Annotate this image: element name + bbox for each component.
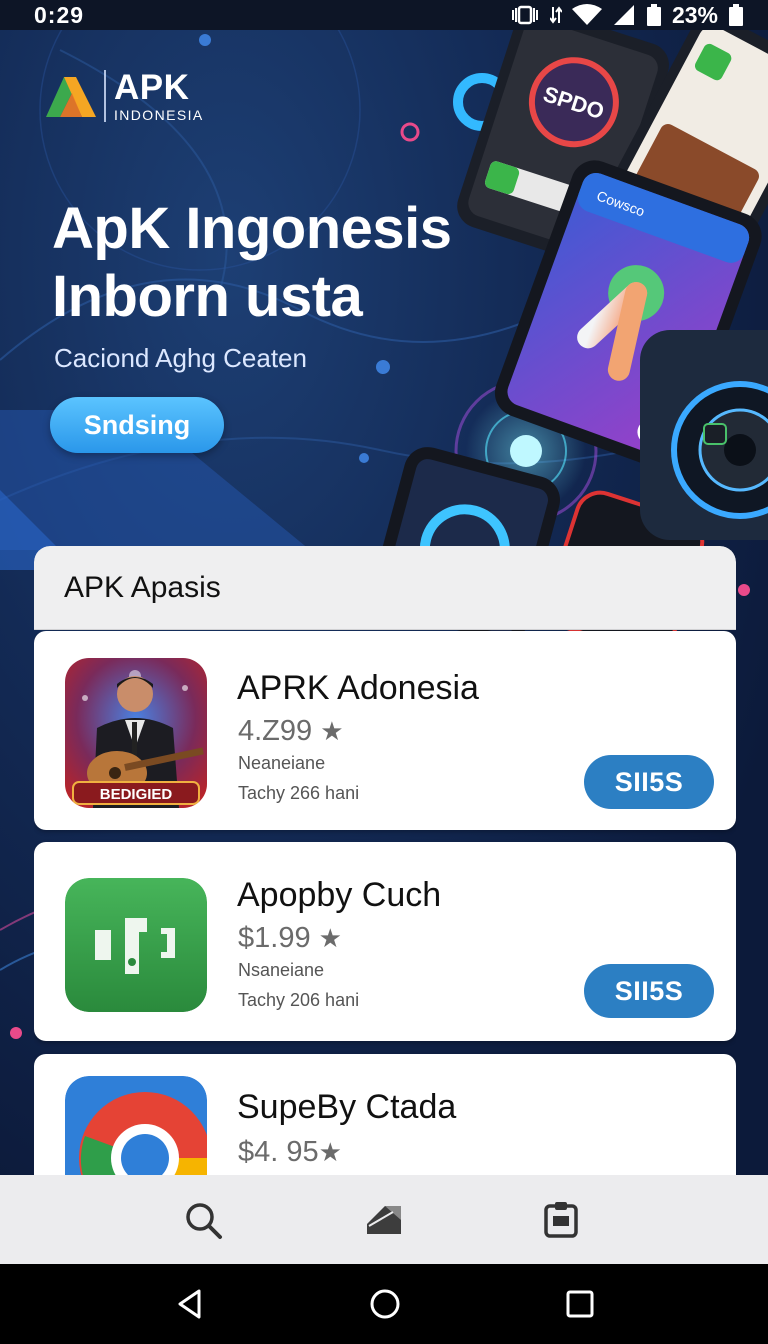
hero-title: ApK Ingonesis Inborn usta (52, 195, 452, 331)
status-bar: 0:29 23% (0, 0, 768, 30)
battery-small-icon (646, 4, 661, 26)
status-icons: 23% (510, 2, 744, 29)
app-name: SupeBy Ctada (237, 1088, 457, 1126)
tag-icon[interactable] (360, 1197, 406, 1243)
data-transfer-icon (549, 6, 562, 24)
list-header: APK Apasis (34, 546, 736, 630)
signal-icon (613, 5, 634, 25)
star-icon: ★ (320, 716, 344, 746)
search-icon[interactable] (180, 1197, 226, 1243)
logo-divider (104, 70, 106, 122)
app-row[interactable]: SupeBy Ctada $4. 95★ (34, 1054, 736, 1175)
app-downloads: Tachy 206 hani (238, 990, 360, 1010)
app-icon-green (65, 878, 207, 1012)
app-icon-caption: BEDIGIED (100, 786, 173, 803)
app-name: APRK Adonesia (237, 669, 479, 707)
star-icon: ★ (318, 1137, 342, 1167)
logo-mark-icon (46, 77, 96, 117)
app-downloads: Tachy 266 hani (238, 783, 360, 803)
install-button[interactable]: SII5S (584, 755, 714, 809)
app-row[interactable]: Apopby Cuch $1.99 ★ Nsaneiane Tachy 206 … (34, 842, 736, 1041)
bottom-nav (0, 1175, 768, 1264)
app-developer: Neaneiane (238, 753, 326, 773)
hero-title-line2: Inborn usta (52, 264, 363, 329)
home-icon[interactable] (365, 1284, 405, 1324)
list-title: APK Apasis (64, 570, 221, 604)
logo-text: APK INDONESIA (114, 70, 204, 122)
clipboard-icon[interactable] (538, 1197, 584, 1243)
app-icon-chrome-like (65, 1076, 207, 1175)
battery-icon (729, 4, 743, 26)
recents-icon[interactable] (560, 1284, 600, 1324)
hero-title-line1: ApK Ingonesis (52, 196, 452, 261)
system-nav-bar (0, 1264, 768, 1344)
back-icon[interactable] (170, 1284, 210, 1324)
star-icon: ★ (318, 923, 342, 953)
vibrate-icon (511, 5, 538, 25)
app-name: Apopby Cuch (237, 876, 442, 914)
status-time: 0:29 (34, 1, 85, 28)
app-price-value: 4.Z99 (238, 715, 313, 747)
app-price-value: $4. 95 (238, 1136, 319, 1168)
app-price: 4.Z99 ★ (238, 715, 344, 748)
logo-sub: INDONESIA (114, 107, 204, 123)
logo-brand: APK (114, 68, 190, 107)
app-logo: APK INDONESIA (42, 70, 204, 122)
battery-percent: 23% (671, 1, 718, 28)
app-price: $1.99 ★ (238, 922, 342, 955)
app-price: $4. 95★ (238, 1136, 342, 1169)
app-row[interactable]: BEDIGIED APRK Adonesia 4.Z99 ★ Neaneiane… (34, 631, 736, 830)
app-developer: Nsaneiane (238, 960, 325, 980)
hero-cta-button[interactable]: Sndsing (50, 397, 224, 453)
wifi-icon (571, 4, 602, 25)
app-icon-musician: BEDIGIED (65, 658, 207, 808)
install-button[interactable]: SII5S (584, 964, 714, 1018)
hero-subtitle: Caciond Aghg Ceaten (54, 343, 307, 373)
app-price-value: $1.99 (238, 922, 311, 954)
app-list-card: APK Apasis BEDIGIED APRK Adonesia 4.Z99 … (34, 546, 736, 1175)
